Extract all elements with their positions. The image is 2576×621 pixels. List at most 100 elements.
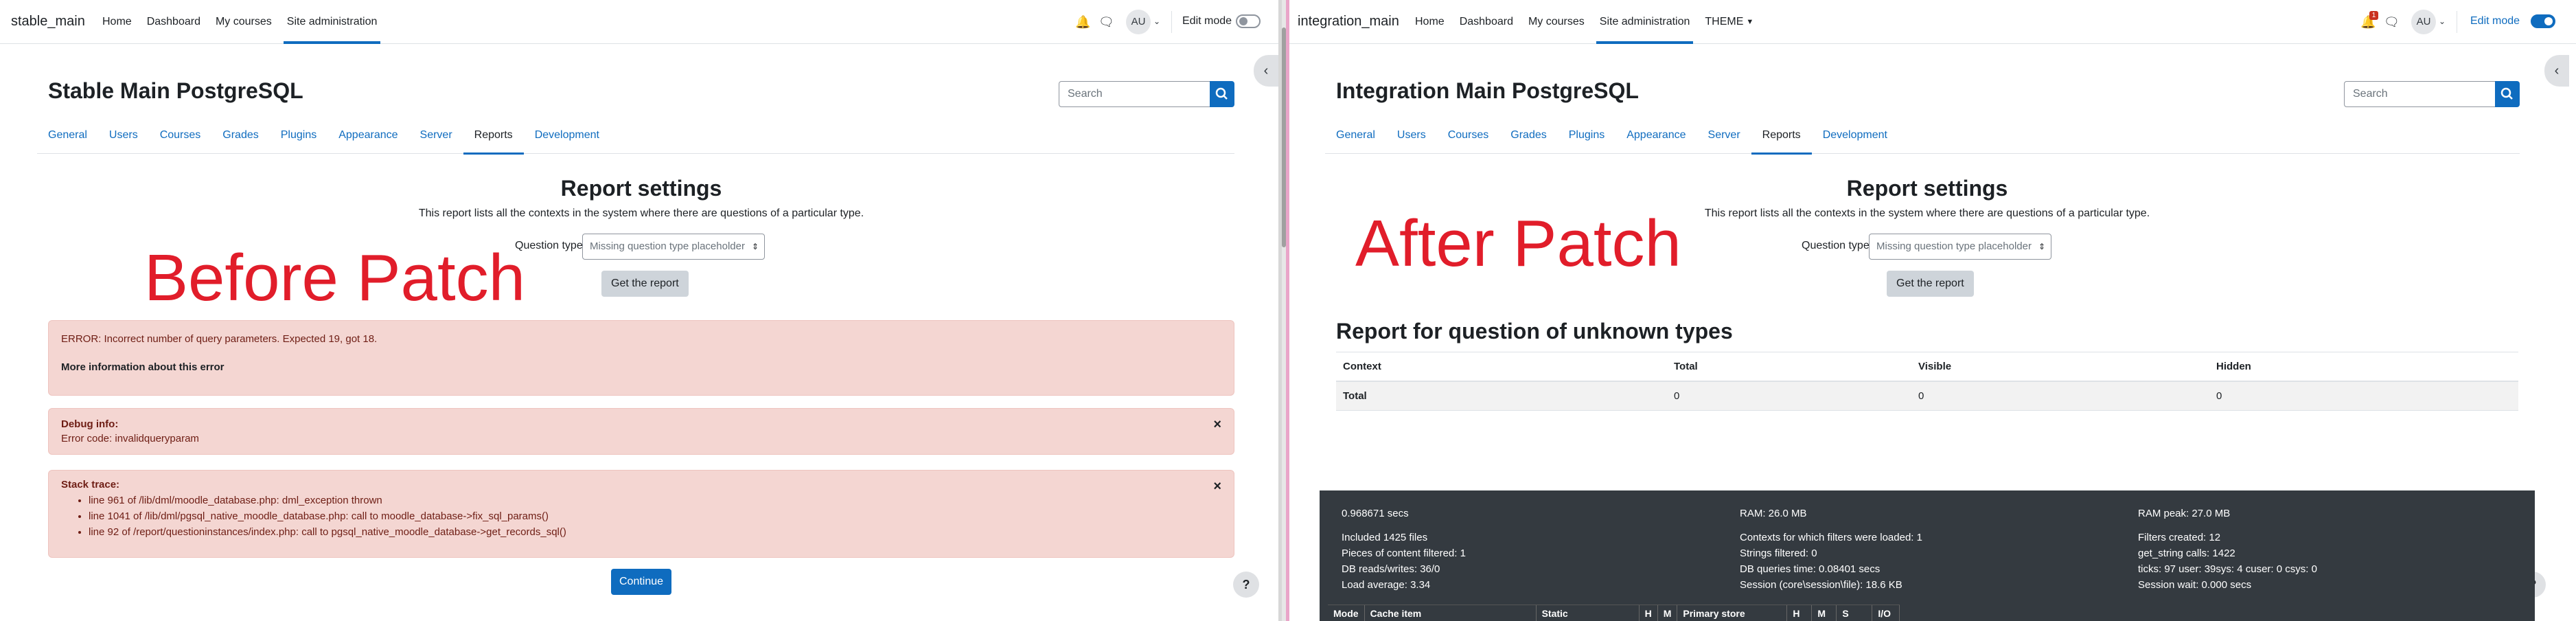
secondary-navigation: General Users Courses Grades Plugins App…	[1325, 117, 2520, 155]
tab-general[interactable]: General	[37, 117, 98, 154]
nav-home[interactable]: Home	[95, 0, 139, 44]
drawer-toggle-chevron-left-icon[interactable]: ‹	[1254, 55, 1278, 87]
top-navbar: integration_main Home Dashboard My cours…	[1289, 0, 2576, 44]
column-header-visible: Visible	[1911, 352, 2209, 382]
nav-home[interactable]: Home	[1407, 0, 1452, 44]
search-input[interactable]: Search	[2344, 81, 2496, 107]
cache-col-m: M	[1658, 605, 1678, 621]
table-cell: 0	[2209, 381, 2518, 411]
nav-my-courses[interactable]: My courses	[208, 0, 279, 44]
unknown-types-table: Context Total Visible Hidden Total 0 0 0	[1336, 352, 2518, 411]
get-report-button[interactable]: Get the report	[601, 271, 689, 297]
cache-col-cache-item: Cache item	[1365, 605, 1537, 621]
tab-users[interactable]: Users	[1386, 117, 1437, 154]
cache-col-mode: Mode	[1328, 605, 1365, 621]
search-input[interactable]: Search	[1059, 81, 1211, 107]
get-report-button[interactable]: Get the report	[1887, 271, 1974, 297]
toggle-knob	[1239, 17, 1247, 25]
tab-reports[interactable]: Reports	[463, 117, 524, 155]
performance-info-footer: 0.968671 secs Included 1425 files Pieces…	[1320, 490, 2535, 621]
user-avatar[interactable]: AU	[1126, 10, 1151, 34]
tab-courses[interactable]: Courses	[149, 117, 212, 154]
perf-item: 0.968671 secs	[1342, 508, 1409, 519]
search-icon	[2500, 87, 2513, 100]
user-menu-chevron-icon[interactable]: ⌄	[2439, 16, 2446, 26]
report-description: This report lists all the contexts in th…	[418, 207, 864, 219]
question-type-value: Missing question type placeholder	[1876, 240, 2032, 252]
perf-item: Load average: 3.34	[1342, 579, 1431, 591]
table-header-row: Context Total Visible Hidden	[1336, 352, 2518, 382]
close-icon[interactable]: ×	[1213, 479, 1221, 495]
tab-server[interactable]: Server	[1697, 117, 1751, 154]
page-title: Integration Main PostgreSQL	[1336, 78, 1639, 103]
nav-site-administration[interactable]: Site administration	[279, 0, 385, 44]
perf-item: Session wait: 0.000 secs	[2138, 579, 2252, 591]
top-navbar: stable_main Home Dashboard My courses Si…	[0, 0, 1278, 44]
nav-dashboard[interactable]: Dashboard	[1452, 0, 1521, 44]
site-brand[interactable]: stable_main	[11, 14, 85, 30]
window-divider	[1278, 0, 1289, 621]
toggle-knob	[2544, 17, 2553, 25]
tab-plugins[interactable]: Plugins	[1558, 117, 1615, 154]
cache-table-header: Mode Cache item Static H M Primary store…	[1328, 605, 1900, 621]
search-button[interactable]	[1210, 81, 1234, 107]
perf-item: Filters created: 12	[2138, 532, 2221, 543]
nav-dashboard[interactable]: Dashboard	[139, 0, 208, 44]
notifications-bell-icon[interactable]: 🔔 1	[2360, 11, 2378, 29]
site-brand[interactable]: integration_main	[1298, 14, 1399, 30]
user-avatar[interactable]: AU	[2411, 10, 2436, 34]
perf-column-1: 0.968671 secs Included 1425 files Pieces…	[1342, 506, 1466, 593]
nav-theme-menu[interactable]: THEME ▼	[1697, 0, 1761, 44]
nav-site-administration[interactable]: Site administration	[1592, 0, 1698, 44]
tab-development[interactable]: Development	[1812, 117, 1898, 154]
report-settings-heading: Report settings	[1846, 176, 2008, 201]
table-cell: 0	[1911, 381, 2209, 411]
tab-development[interactable]: Development	[524, 117, 610, 154]
tab-users[interactable]: Users	[98, 117, 149, 154]
select-updown-icon: ⇕	[2038, 242, 2045, 251]
search-button[interactable]	[2495, 81, 2520, 107]
tab-plugins[interactable]: Plugins	[270, 117, 327, 154]
cache-col-h2: H	[1787, 605, 1813, 621]
perf-item: Contexts for which filters were loaded: …	[1740, 532, 1922, 543]
tab-appearance[interactable]: Appearance	[327, 117, 409, 154]
cache-col-io: I/O	[1872, 605, 1900, 621]
table-cell: Total	[1336, 381, 1667, 411]
tab-courses[interactable]: Courses	[1437, 117, 1500, 154]
notifications-bell-icon[interactable]: 🔔	[1075, 15, 1090, 29]
question-type-label: Question type	[1802, 240, 1870, 251]
tab-grades[interactable]: Grades	[211, 117, 269, 154]
cache-col-static: Static	[1537, 605, 1640, 621]
user-menu-chevron-icon[interactable]: ⌄	[1153, 16, 1160, 26]
tab-general[interactable]: General	[1325, 117, 1386, 154]
perf-column-3: RAM peak: 27.0 MB Filters created: 12 ge…	[2138, 506, 2317, 593]
tab-reports[interactable]: Reports	[1751, 117, 1812, 155]
drawer-toggle-chevron-left-icon[interactable]: ‹	[2544, 55, 2569, 87]
close-icon[interactable]: ×	[1213, 417, 1221, 433]
nav-my-courses[interactable]: My courses	[1521, 0, 1592, 44]
question-type-value: Missing question type placeholder	[590, 240, 745, 252]
tab-appearance[interactable]: Appearance	[1615, 117, 1697, 154]
cache-col-primary-store: Primary store	[1677, 605, 1788, 621]
tab-grades[interactable]: Grades	[1499, 117, 1557, 154]
messages-chat-icon[interactable]: 🗨	[2384, 15, 2400, 29]
debug-error-code: Error code: invalidqueryparam	[61, 433, 199, 444]
perf-item: Session (core\session\file): 18.6 KB	[1740, 579, 1902, 591]
messages-chat-icon[interactable]: 🗨	[1099, 15, 1114, 29]
tab-server[interactable]: Server	[409, 117, 463, 154]
column-header-hidden: Hidden	[2209, 352, 2518, 382]
help-question-icon[interactable]: ?	[1233, 572, 1259, 598]
perf-item: RAM peak: 27.0 MB	[2138, 508, 2231, 519]
search-icon	[1215, 87, 1228, 100]
debug-info-alert: Debug info: Error code: invalidquerypara…	[48, 408, 1234, 455]
stack-trace-line: line 92 of /report/questioninstances/ind…	[89, 526, 1221, 538]
more-information-link[interactable]: More information about this error	[61, 361, 1221, 373]
question-type-select[interactable]: Missing question type placeholder ⇕	[1869, 234, 2051, 260]
primary-navigation: Home Dashboard My courses Site administr…	[1407, 0, 1761, 44]
edit-mode-toggle[interactable]	[1236, 14, 1261, 28]
continue-button[interactable]: Continue	[611, 569, 672, 595]
edit-mode-toggle[interactable]	[2531, 14, 2555, 28]
secondary-navigation: General Users Courses Grades Plugins App…	[37, 117, 1234, 155]
question-type-select[interactable]: Missing question type placeholder ⇕	[582, 234, 765, 260]
left-browser-pane: stable_main Home Dashboard My courses Si…	[0, 0, 1278, 621]
